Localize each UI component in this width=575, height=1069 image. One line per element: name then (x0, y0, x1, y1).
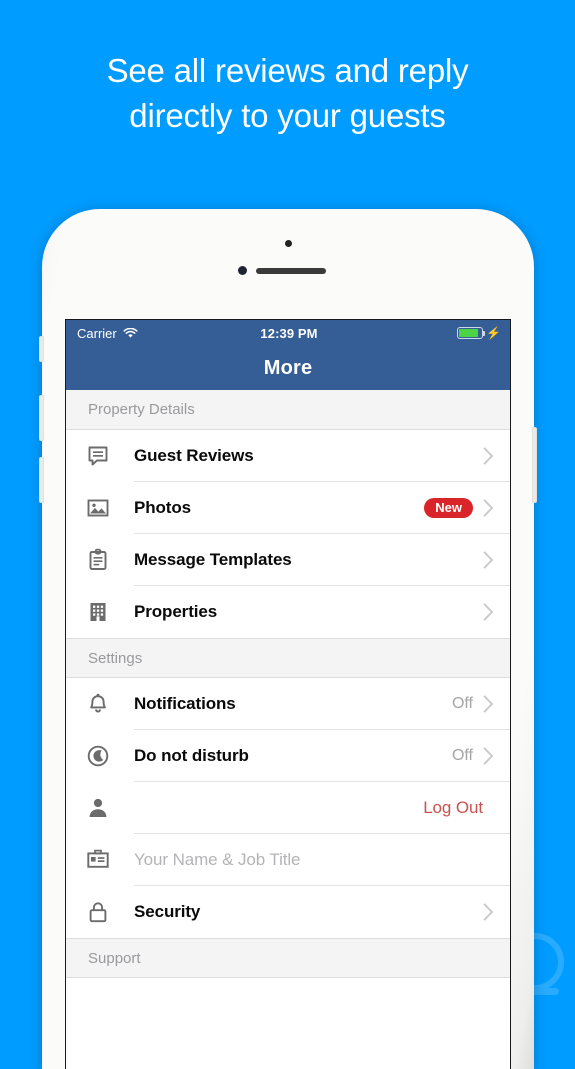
chat-bubble-icon (86, 444, 134, 468)
battery-icon (457, 327, 486, 339)
id-card-icon (86, 848, 134, 872)
section-header: Support (66, 938, 510, 978)
list-item[interactable]: Guest Reviews (66, 430, 510, 482)
chevron-right-icon (483, 903, 494, 921)
nav-bar: More (66, 346, 510, 390)
silent-switch[interactable] (39, 336, 44, 362)
status-bar: Carrier 12:39 PM ⚡ (66, 320, 510, 346)
chevron-right-icon (483, 447, 494, 465)
status-bar-left: Carrier (77, 326, 260, 341)
list-item[interactable]: Properties (66, 586, 510, 638)
wifi-icon (123, 327, 138, 338)
chevron-right-icon (483, 747, 494, 765)
lock-icon (86, 900, 134, 924)
section-header: Property Details (66, 390, 510, 430)
charging-bolt-icon: ⚡ (486, 326, 502, 340)
proximity-sensor-icon (285, 240, 292, 247)
list-item[interactable]: Log Out (66, 782, 510, 834)
list-item-label: Properties (134, 602, 218, 621)
earpiece-speaker-icon (256, 268, 326, 274)
chevron-right-icon (483, 603, 494, 621)
photo-icon (86, 496, 134, 520)
person-icon (86, 796, 134, 820)
building-icon (86, 600, 134, 624)
list-item-label: Message Templates (134, 550, 292, 569)
list-item-label: Notifications (134, 694, 236, 713)
list-item-value: Off (451, 695, 473, 712)
list-item-label: Photos (134, 498, 192, 517)
list-item[interactable]: Notifications Off (66, 678, 510, 730)
bell-icon (86, 692, 134, 716)
new-badge: New (424, 498, 473, 518)
headline-line-2: directly to your guests (129, 97, 446, 134)
chevron-right-icon (483, 551, 494, 569)
headline-line-1: See all reviews and reply (106, 52, 469, 89)
phone-screen: Carrier 12:39 PM ⚡ More Property Details… (65, 319, 511, 1069)
list-item[interactable]: Security (66, 886, 510, 938)
list-item-label: Guest Reviews (134, 446, 254, 465)
list-item-value: Off (451, 747, 473, 764)
list-item-label: Security (134, 902, 201, 921)
chevron-right-icon (483, 499, 494, 517)
log-out-button[interactable]: Log Out (134, 798, 483, 818)
section-header: Settings (66, 638, 510, 678)
status-bar-time: 12:39 PM (260, 325, 318, 341)
front-camera-icon (238, 266, 247, 275)
list-item[interactable]: Do not disturb Off (66, 730, 510, 782)
chevron-right-icon (483, 695, 494, 713)
carrier-label: Carrier (77, 325, 117, 341)
battery-fill (459, 329, 479, 337)
list-item[interactable]: Message Templates (66, 534, 510, 586)
moon-icon (86, 744, 134, 768)
list-item-label: Do not disturb (134, 746, 249, 765)
list-item[interactable]: Your Name & Job Title (66, 834, 510, 886)
settings-list: Property Details Guest Reviews Photos New Me… (66, 390, 510, 978)
status-bar-right: ⚡ (318, 327, 501, 339)
list-item[interactable]: Photos New (66, 482, 510, 534)
volume-down-button[interactable] (39, 457, 44, 503)
phone-device-frame: Carrier 12:39 PM ⚡ More Property Details… (39, 209, 537, 1069)
headline: See all reviews and reply directly to yo… (0, 48, 575, 138)
name-job-title-input[interactable]: Your Name & Job Title (134, 850, 483, 870)
page-title: More (263, 356, 313, 379)
power-button[interactable] (532, 427, 537, 503)
clipboard-icon (86, 548, 134, 572)
volume-up-button[interactable] (39, 395, 44, 441)
